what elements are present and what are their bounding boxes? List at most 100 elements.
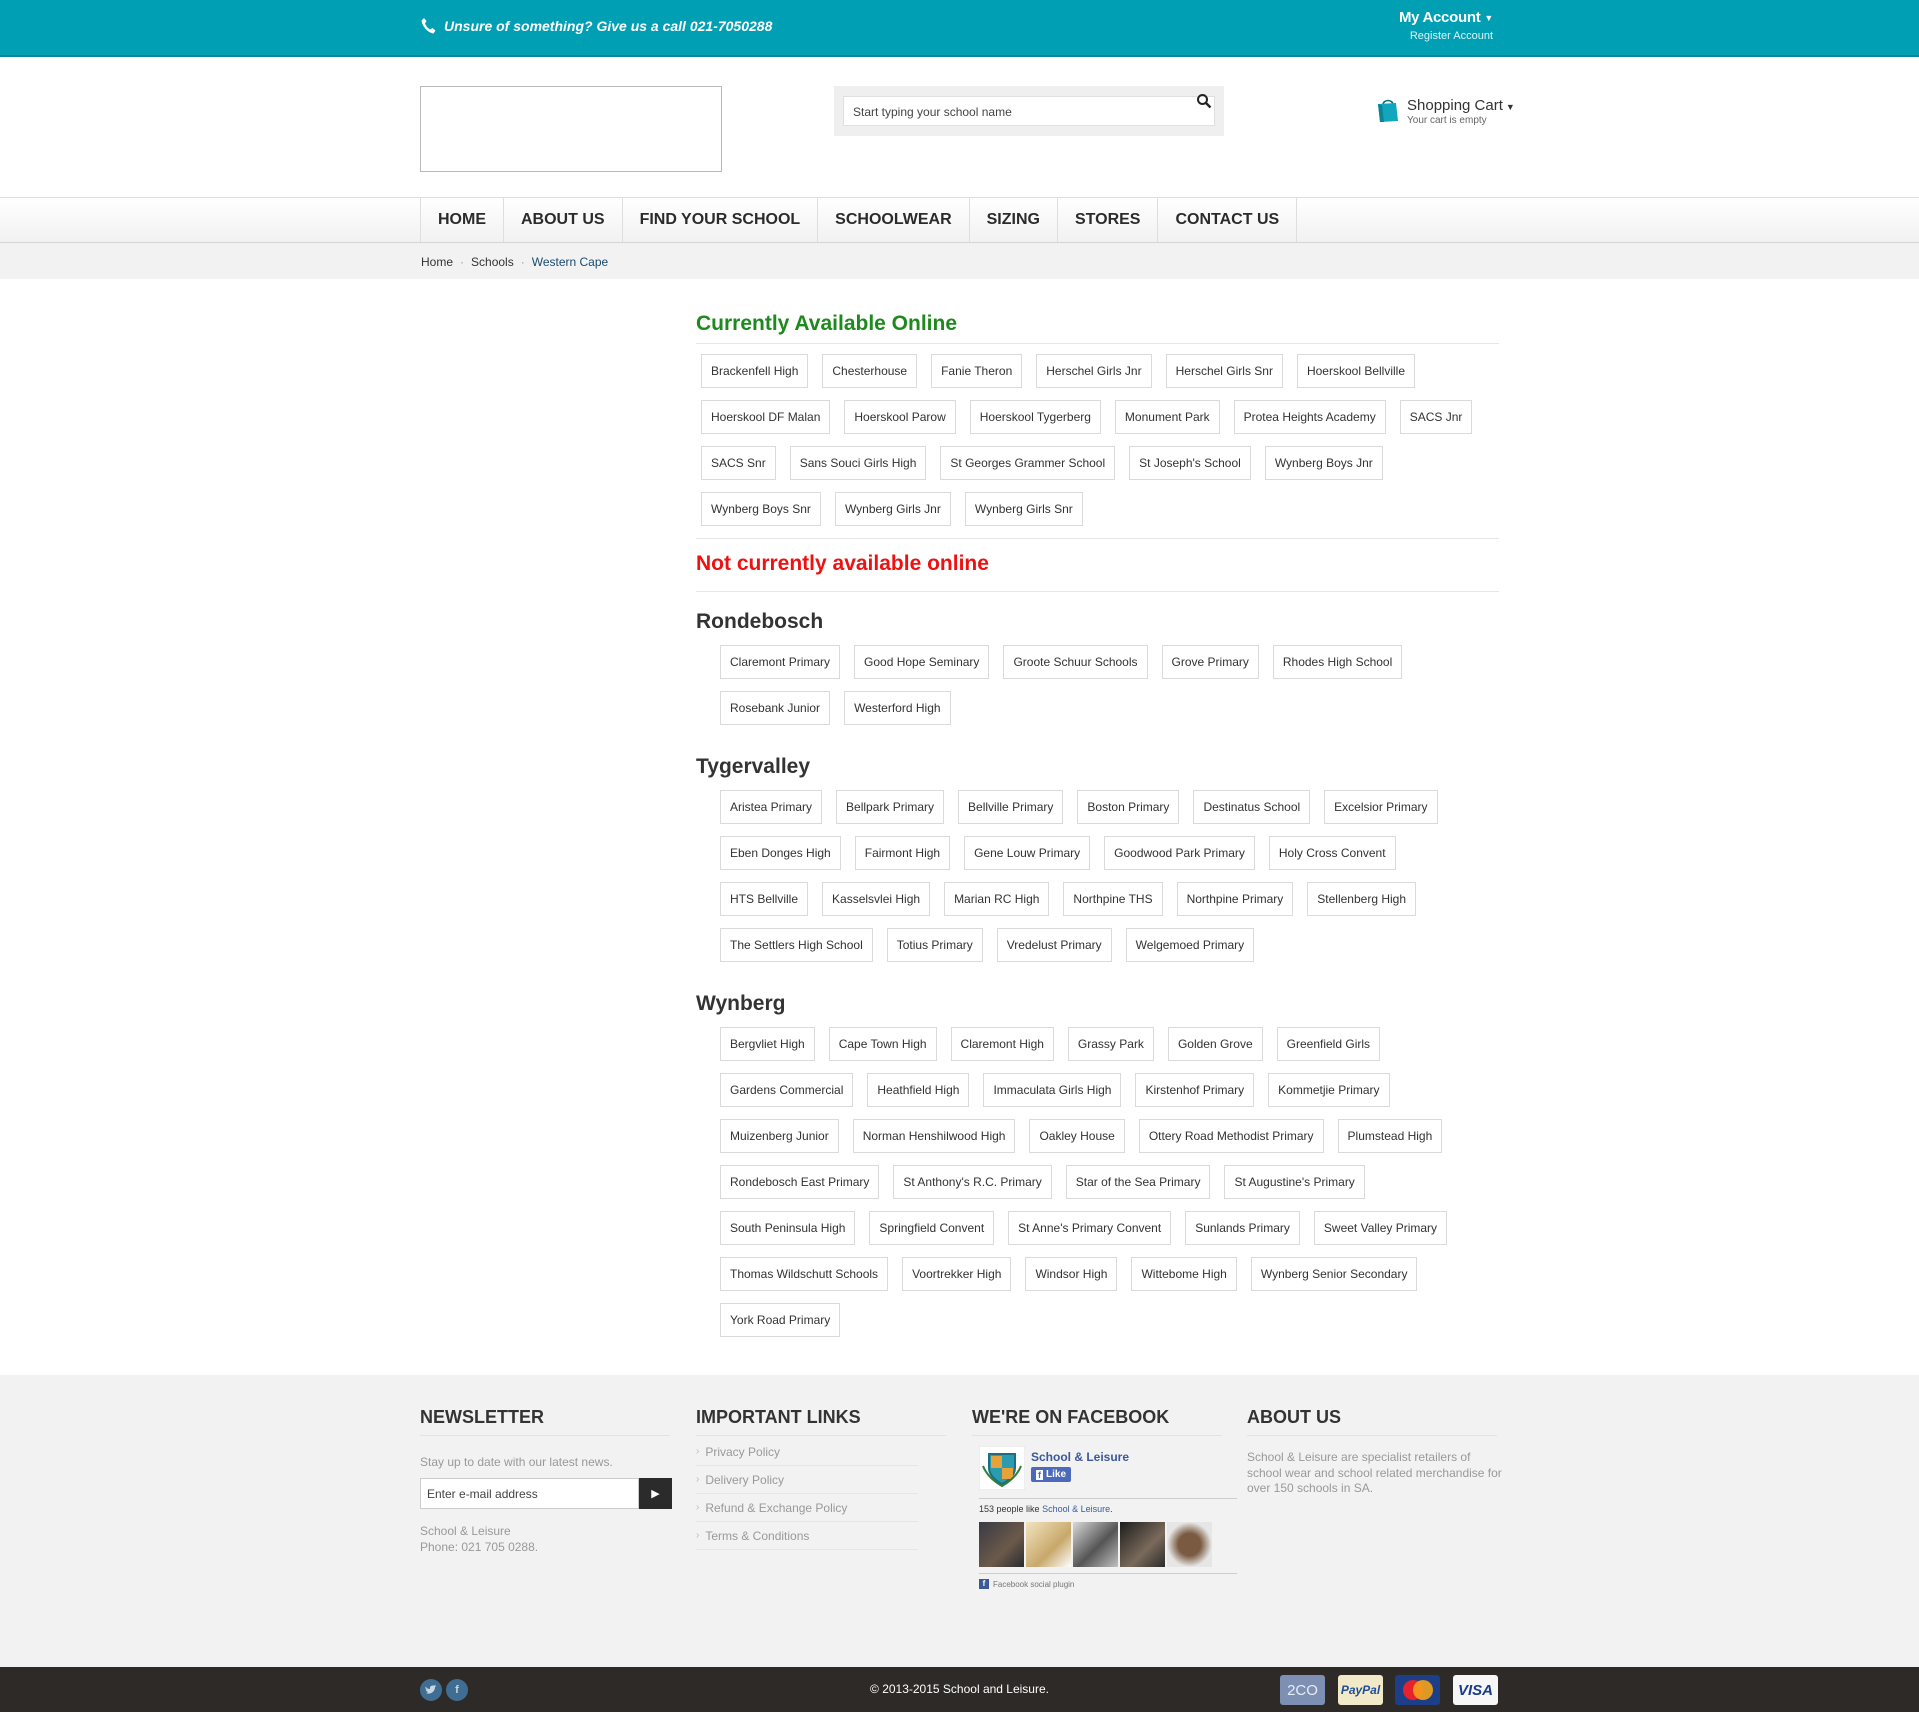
fan-photo[interactable] [979,1522,1024,1567]
school-button[interactable]: The Settlers High School [720,928,873,962]
school-button[interactable]: Golden Grove [1167,1027,1263,1061]
school-button[interactable]: Hoerskool Bellville [1296,354,1416,388]
school-button[interactable]: Hoerskool DF Malan [701,400,831,434]
school-button[interactable]: Boston Primary [1077,790,1180,824]
school-button[interactable]: Voortrekker High [902,1257,1012,1291]
school-button[interactable]: Claremont High [950,1027,1054,1061]
school-button[interactable]: Groote Schuur Schools [1003,645,1148,679]
school-button[interactable]: Bellpark Primary [836,790,945,824]
school-button[interactable]: Bellville Primary [958,790,1064,824]
school-button[interactable]: Excelsior Primary [1324,790,1438,824]
school-button[interactable]: Ottery Road Methodist Primary [1138,1119,1324,1153]
nav-item-find-your-school[interactable]: Find Your School [623,198,819,242]
school-button[interactable]: Grove Primary [1161,645,1259,679]
school-button[interactable]: Westerford High [844,691,951,725]
school-button[interactable]: Eben Donges High [720,836,841,870]
school-button[interactable]: Sweet Valley Primary [1313,1211,1448,1245]
fan-photo[interactable] [1120,1522,1165,1567]
school-button[interactable]: Northpine Primary [1176,882,1294,916]
school-button[interactable]: Protea Heights Academy [1233,400,1386,434]
school-button[interactable]: Bergvliet High [720,1027,815,1061]
account-menu[interactable]: My Account ▼ Register Account [1399,9,1493,42]
school-button[interactable]: Monument Park [1114,400,1220,434]
school-button[interactable]: South Peninsula High [720,1211,856,1245]
facebook-like-button[interactable]: f Like [1031,1467,1072,1482]
school-button[interactable]: York Road Primary [720,1303,841,1337]
site-logo[interactable] [420,86,722,172]
school-search-input[interactable]: Start typing your school name [843,96,1215,126]
school-button[interactable]: St Georges Grammer School [940,446,1116,480]
footer-link[interactable]: › Terms & Conditions [696,1522,918,1550]
school-button[interactable]: Sans Souci Girls High [789,446,927,480]
school-button[interactable]: Wynberg Girls Jnr [834,492,951,526]
school-button[interactable]: Welgemoed Primary [1125,928,1255,962]
school-button[interactable]: Kasselsvlei High [822,882,931,916]
school-button[interactable]: Oakley House [1029,1119,1125,1153]
school-button[interactable]: Herschel Girls Jnr [1036,354,1152,388]
school-button[interactable]: Fanie Theron [931,354,1023,388]
footer-link[interactable]: › Privacy Policy [696,1438,918,1466]
school-button[interactable]: Brackenfell High [701,354,809,388]
school-button[interactable]: Plumstead High [1337,1119,1443,1153]
school-button[interactable]: Fairmont High [854,836,951,870]
school-button[interactable]: HTS Bellville [720,882,809,916]
school-button[interactable]: Chesterhouse [822,354,918,388]
school-button[interactable]: Hoerskool Parow [844,400,956,434]
fan-photo[interactable] [1026,1522,1071,1567]
school-leisure-logo-icon[interactable] [979,1446,1025,1490]
school-button[interactable]: Aristea Primary [720,790,823,824]
school-button[interactable]: Goodwood Park Primary [1104,836,1255,870]
nav-item-contact-us[interactable]: Contact Us [1158,198,1298,242]
fan-photo[interactable] [1073,1522,1118,1567]
school-button[interactable]: SACS Snr [701,446,776,480]
school-button[interactable]: Windsor High [1025,1257,1118,1291]
facebook-plugin-label[interactable]: Facebook social plugin [993,1580,1074,1589]
nav-item-home[interactable]: Home [421,198,504,242]
school-button[interactable]: Rosebank Junior [720,691,831,725]
school-button[interactable]: Totius Primary [886,928,983,962]
footer-link[interactable]: › Delivery Policy [696,1466,918,1494]
nav-item-sizing[interactable]: Sizing [970,198,1058,242]
school-button[interactable]: Grassy Park [1067,1027,1154,1061]
footer-link[interactable]: › Refund & Exchange Policy [696,1494,918,1522]
nav-item-stores[interactable]: Stores [1058,198,1159,242]
school-button[interactable]: Vredelust Primary [996,928,1112,962]
school-button[interactable]: Star of the Sea Primary [1065,1165,1211,1199]
breadcrumb-home[interactable]: Home [421,255,453,269]
school-button[interactable]: St Anne's Primary Convent [1008,1211,1172,1245]
school-button[interactable]: Herschel Girls Snr [1165,354,1283,388]
school-button[interactable]: Heathfield High [867,1073,970,1107]
newsletter-submit-button[interactable]: ▶ [639,1478,672,1509]
school-button[interactable]: Wynberg Senior Secondary [1250,1257,1418,1291]
school-button[interactable]: Greenfield Girls [1276,1027,1381,1061]
school-button[interactable]: Stellenberg High [1307,882,1417,916]
school-button[interactable]: Rhodes High School [1272,645,1403,679]
fan-photo[interactable] [1167,1522,1212,1567]
search-icon[interactable] [1196,93,1212,109]
my-account-link[interactable]: My Account [1399,9,1481,26]
breadcrumb-current[interactable]: Western Cape [532,255,608,269]
school-button[interactable]: Northpine THS [1063,882,1163,916]
school-button[interactable]: Kommetjie Primary [1268,1073,1390,1107]
shopping-cart[interactable]: Shopping Cart ▼ Your cart is empty [1377,97,1515,126]
school-button[interactable]: SACS Jnr [1399,400,1473,434]
school-button[interactable]: Sunlands Primary [1185,1211,1300,1245]
school-button[interactable]: Thomas Wildschutt Schools [720,1257,889,1291]
school-button[interactable]: Muizenberg Junior [720,1119,839,1153]
school-button[interactable]: Good Hope Seminary [854,645,990,679]
school-button[interactable]: Gardens Commercial [720,1073,854,1107]
school-button[interactable]: Holy Cross Convent [1268,836,1396,870]
school-button[interactable]: St Anthony's R.C. Primary [893,1165,1052,1199]
school-button[interactable]: St Joseph's School [1129,446,1251,480]
register-account-link[interactable]: Register Account [1399,30,1493,42]
school-button[interactable]: Cape Town High [828,1027,937,1061]
school-button[interactable]: Destinatus School [1193,790,1311,824]
breadcrumb-schools[interactable]: Schools [471,255,514,269]
school-button[interactable]: Hoerskool Tygerberg [969,400,1101,434]
nav-item-about-us[interactable]: About Us [504,198,623,242]
facebook-page-name[interactable]: School & Leisure [1031,1450,1129,1464]
school-button[interactable]: Wynberg Boys Snr [701,492,821,526]
facebook-likes-page-link[interactable]: School & Leisure [1042,1504,1110,1514]
school-button[interactable]: Springfield Convent [869,1211,995,1245]
school-button[interactable]: Gene Louw Primary [964,836,1091,870]
